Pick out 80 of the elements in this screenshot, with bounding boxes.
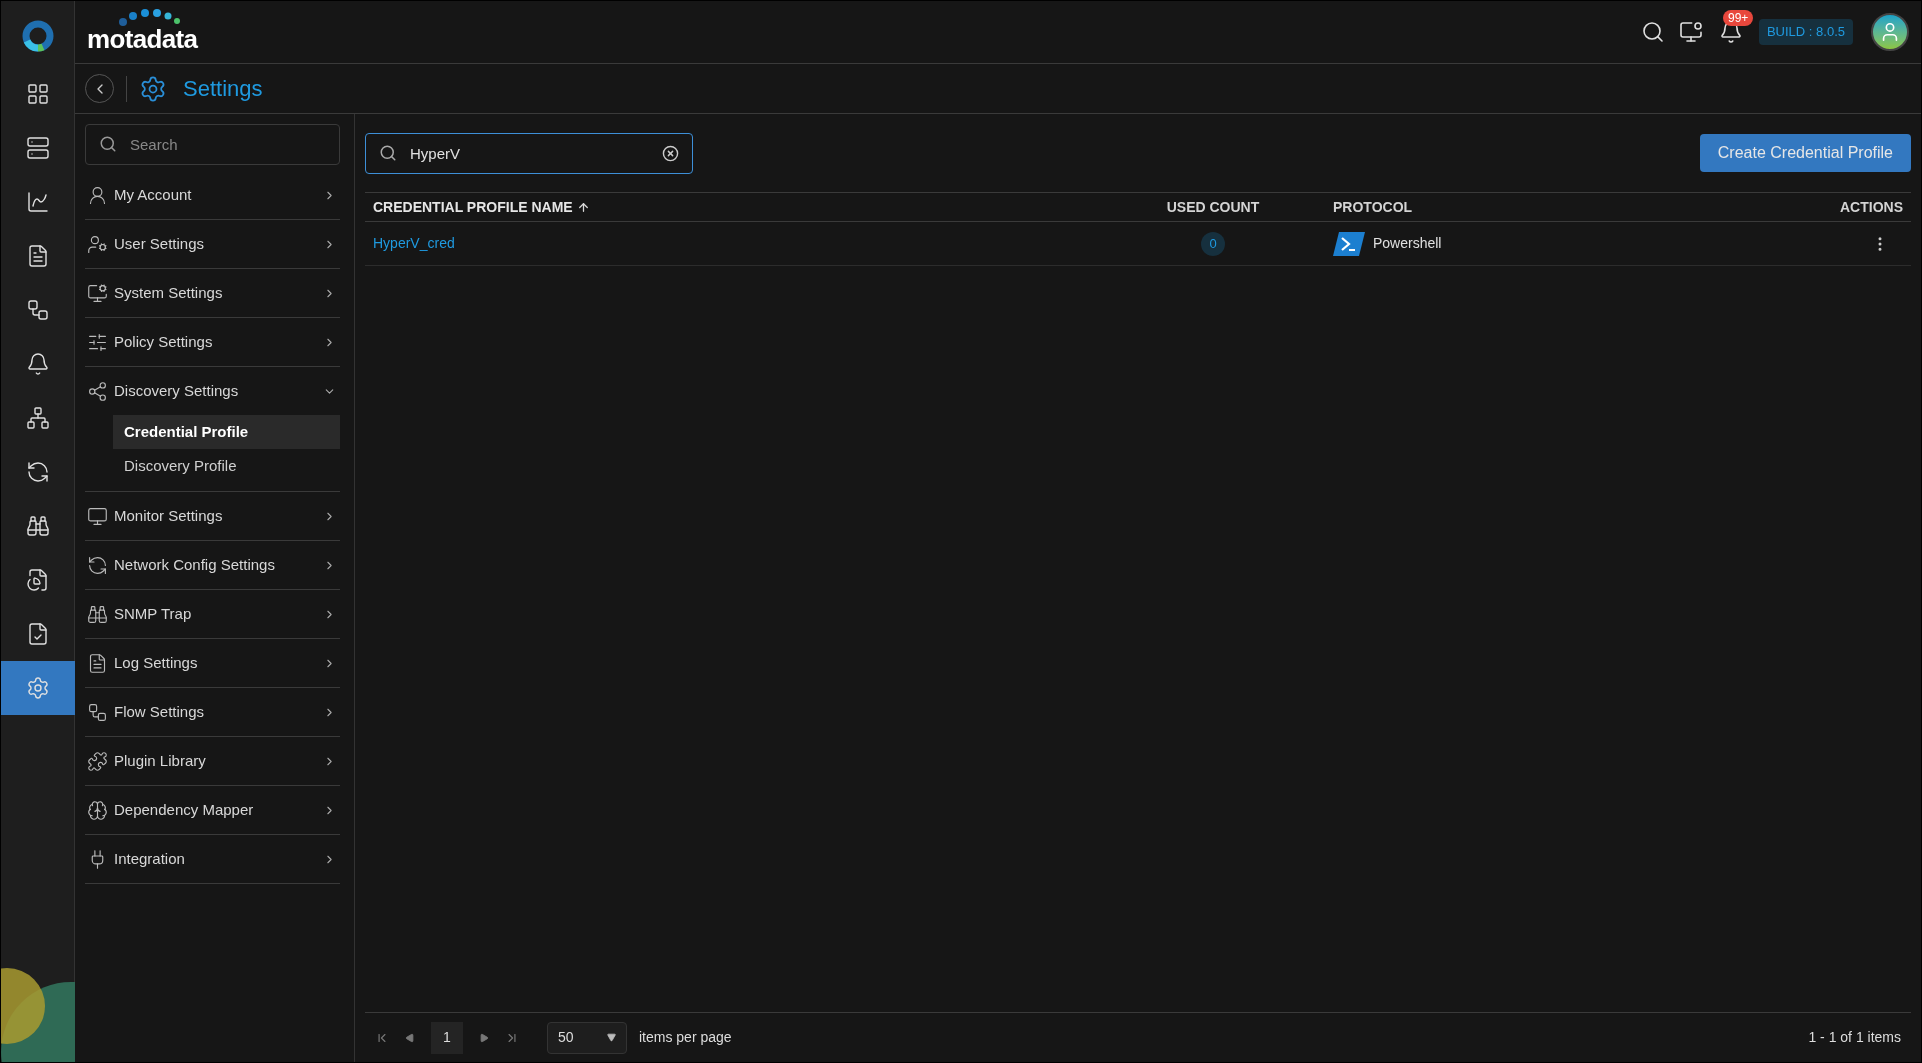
monitor-gear-icon <box>87 282 108 304</box>
avatar[interactable] <box>1871 13 1909 51</box>
bell-icon <box>25 352 50 376</box>
next-page-icon[interactable] <box>479 1032 489 1043</box>
menu-item[interactable]: Integration <box>85 835 340 883</box>
menu-label: Log Settings <box>114 652 199 673</box>
menu-item[interactable]: Log Settings <box>85 639 340 687</box>
page-button[interactable]: 1 <box>431 1021 463 1054</box>
menu-item[interactable]: Plugin Library <box>85 737 340 785</box>
count-badge: 0 <box>1201 231 1225 256</box>
pagination-summary: 1 - 1 of 1 items <box>1808 1028 1901 1047</box>
search-icon <box>379 143 397 162</box>
menu-item[interactable]: Policy Settings <box>85 318 340 366</box>
nodes-icon <box>87 380 108 402</box>
profile-link[interactable]: HyperV_cred <box>373 235 455 251</box>
menu-label: Flow Settings <box>114 701 206 722</box>
report-icon <box>25 568 50 592</box>
menu-item[interactable]: My Account <box>85 171 340 219</box>
user-gear-icon <box>87 233 108 255</box>
menu-item[interactable]: Monitor Settings <box>85 492 340 540</box>
refresh-icon <box>25 460 50 484</box>
protocol-text: Powershell <box>1373 234 1442 253</box>
menu-label: My Account <box>114 184 193 205</box>
menu-label: Plugin Library <box>114 750 207 771</box>
grid-icon <box>25 82 50 106</box>
previous-page-icon[interactable] <box>405 1032 415 1043</box>
menu-label: Policy Settings <box>114 331 214 352</box>
build-badge: BUILD : 8.0.5 <box>1758 19 1853 45</box>
menu-label: SNMP Trap <box>114 603 193 624</box>
menu-item[interactable]: User Settings <box>85 220 340 268</box>
server-icon <box>25 136 50 160</box>
menu-label: Monitor Settings <box>114 505 224 526</box>
user-icon <box>87 184 108 206</box>
search-field[interactable]: HyperV <box>365 132 693 174</box>
column-header[interactable]: ACTIONS <box>1840 196 1903 218</box>
document-icon <box>87 652 108 674</box>
page-size-select[interactable]: 50 <box>547 1021 627 1054</box>
menu-item[interactable]: SNMP Trap <box>85 590 340 638</box>
flow-icon <box>25 298 50 322</box>
menu-item[interactable]: Dependency Mapper <box>85 786 340 834</box>
menu-label: Network Config Settings <box>114 554 276 575</box>
column-header[interactable]: PROTOCOL <box>1333 196 1413 218</box>
menu-item[interactable]: Flow Settings <box>85 688 340 736</box>
settings-icon <box>139 74 167 103</box>
search-icon <box>99 135 117 153</box>
create-button[interactable]: Create Credential Profile <box>1699 134 1911 172</box>
flow-icon <box>87 701 108 723</box>
settings-icon <box>25 676 50 700</box>
menu-label: Discovery Settings <box>114 380 240 401</box>
brand-logo: motadata <box>87 22 198 56</box>
clear-icon[interactable] <box>662 144 679 162</box>
per-page-label: items per page <box>639 1028 732 1047</box>
page-title: Settings <box>183 75 263 103</box>
binoculars-icon <box>87 603 108 625</box>
chart-icon <box>25 190 50 214</box>
app-logo-icon[interactable] <box>20 19 55 53</box>
column-header[interactable]: USED COUNT <box>1166 196 1260 218</box>
menu-label: Dependency Mapper <box>114 799 255 820</box>
submenu-item[interactable]: Discovery Profile <box>113 449 340 483</box>
refresh-icon <box>87 554 108 576</box>
menu-label: User Settings <box>114 233 206 254</box>
menu-item[interactable]: System Settings <box>85 269 340 317</box>
menu-item[interactable]: Network Config Settings <box>85 541 340 589</box>
submenu-item[interactable]: Credential Profile <box>113 415 340 449</box>
powershell-icon <box>1333 231 1365 256</box>
menu-label: Integration <box>114 848 186 869</box>
logo-dots-icon <box>117 7 183 26</box>
search-field[interactable]: Search <box>85 124 340 165</box>
monitor-icon <box>87 505 108 527</box>
hierarchy-icon <box>25 406 50 430</box>
column-header[interactable]: CREDENTIAL PROFILE NAME <box>373 196 573 218</box>
puzzle-icon <box>87 750 108 772</box>
menu-label: System Settings <box>114 282 224 303</box>
brain-icon <box>87 799 108 821</box>
search-icon[interactable] <box>1640 20 1665 44</box>
notification-badge: 99+ <box>1722 10 1754 26</box>
binoculars-icon <box>25 514 50 538</box>
sliders-icon <box>87 331 108 353</box>
caret-icon <box>607 1033 616 1042</box>
menu-item[interactable]: Discovery Settings <box>85 367 340 415</box>
